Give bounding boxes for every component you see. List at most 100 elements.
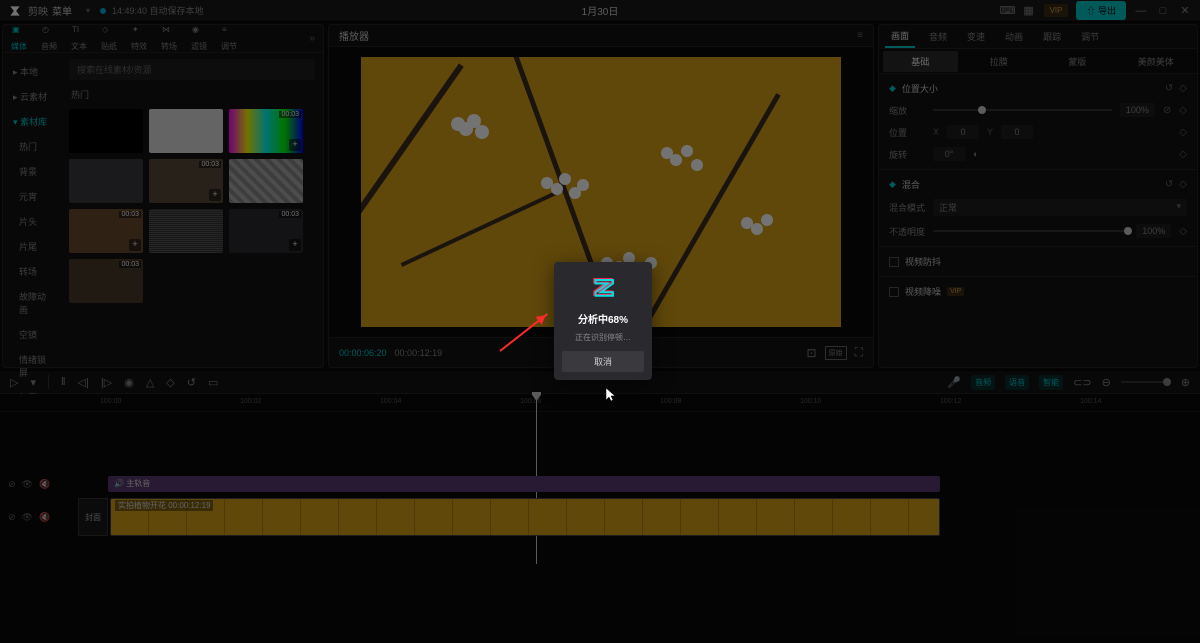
warning-icon[interactable]: △ (146, 376, 154, 389)
menu-dropdown[interactable]: 菜单 (48, 1, 76, 20)
cat-library[interactable]: ▾ 素材库 (3, 109, 61, 134)
eye-icon[interactable]: 👁 (22, 479, 33, 490)
mic-icon[interactable]: 🎤 (947, 376, 961, 389)
ruler[interactable]: 100:00 100:02 100:04 100:06 100:08 100:1… (0, 394, 1200, 412)
keyframe-icon[interactable]: ◇ (1179, 149, 1187, 160)
eye-icon[interactable]: 👁 (22, 512, 33, 523)
thumb[interactable]: 00:03+ (229, 209, 303, 253)
props-tab-canvas[interactable]: 画面 (885, 25, 915, 48)
blend-mode-select[interactable]: 正常 ▾ (933, 199, 1187, 216)
reset-icon[interactable]: ↺ (1165, 83, 1173, 94)
freeze-tool[interactable]: ▭ (208, 376, 218, 389)
minimize-button[interactable]: — (1134, 5, 1148, 17)
pos-x[interactable]: 0 (947, 125, 979, 139)
mute-icon[interactable]: 🔇 (39, 479, 50, 490)
safe-zone-icon[interactable]: ⊡ (807, 346, 817, 360)
magnet-icon[interactable]: ⊂⊃ (1073, 376, 1091, 389)
cat-cloud[interactable]: ▸ 云素材 (3, 84, 61, 109)
zoom-in-icon[interactable]: ⊕ (1181, 376, 1190, 389)
zoom-out-icon[interactable]: ⊖ (1102, 376, 1111, 389)
cover-button[interactable]: 封面 (78, 498, 108, 536)
timeline[interactable]: 100:00 100:02 100:04 100:06 100:08 100:1… (0, 394, 1200, 641)
thumb[interactable]: 00:03+ (69, 209, 143, 253)
opacity-slider[interactable] (933, 230, 1128, 232)
close-button[interactable]: ✕ (1178, 4, 1192, 17)
media-tab-filter[interactable]: ◉滤镜 (191, 25, 207, 52)
crop-tool[interactable]: ◇ (166, 376, 174, 389)
shortcuts-icon[interactable]: ⌨ (1000, 4, 1014, 17)
cat-hot[interactable]: 热门 (3, 134, 61, 159)
cat-bg[interactable]: 背景 (3, 159, 61, 184)
video-clip[interactable]: 实拍植物开花 00:00:12:19 (110, 498, 940, 536)
opacity-value[interactable]: 100% (1136, 224, 1171, 238)
chip-voice[interactable]: 语音 (1005, 375, 1029, 390)
split-tool[interactable]: ‖ (61, 376, 66, 388)
undo-button[interactable]: ◁| (78, 376, 89, 389)
subtab-beauty[interactable]: 美颜美体 (1119, 51, 1194, 72)
cat-lantern[interactable]: 元宵 (3, 184, 61, 209)
subtab-cutout[interactable]: 拉膜 (962, 51, 1037, 72)
maximize-button[interactable]: □ (1156, 5, 1170, 17)
stabilize-checkbox[interactable] (889, 257, 899, 267)
cat-empty[interactable]: 空镜 (3, 322, 61, 347)
thumb[interactable]: 00:03+ (229, 109, 303, 153)
media-tab-text[interactable]: TI文本 (71, 25, 87, 52)
redo-button[interactable]: |▷ (101, 376, 112, 389)
rot-dial[interactable]: ◐ (973, 149, 978, 159)
reverse-tool[interactable]: ↺ (187, 376, 196, 389)
media-tab-adjust[interactable]: ≡调节 (221, 25, 237, 52)
cat-glitch[interactable]: 故障动画 (3, 284, 61, 322)
props-tab-adjust[interactable]: 调节 (1075, 26, 1105, 47)
media-tab-media[interactable]: ▣媒体 (11, 25, 27, 52)
subtab-mask[interactable]: 蒙版 (1040, 51, 1115, 72)
cat-intro[interactable]: 片头 (3, 209, 61, 234)
scale-value[interactable]: 100% (1120, 103, 1155, 117)
media-tab-sticker[interactable]: ◇贴纸 (101, 25, 117, 52)
vip-badge[interactable]: VIP (1044, 4, 1069, 17)
subtab-basic[interactable]: 基础 (883, 51, 958, 72)
keyframe-icon[interactable]: ◇ (1179, 105, 1187, 116)
props-tab-audio[interactable]: 音频 (923, 26, 953, 47)
cat-trans[interactable]: 转场 (3, 259, 61, 284)
fullscreen-icon[interactable]: ⛶ (855, 345, 863, 360)
media-tab-effect[interactable]: ✦特效 (131, 25, 147, 52)
marker-tool[interactable]: ◉ (124, 376, 134, 389)
player-menu-icon[interactable]: ≡ (857, 30, 863, 41)
thumb[interactable] (149, 209, 223, 253)
project-name[interactable]: 1月30日 (582, 3, 619, 18)
thumb[interactable] (149, 109, 223, 153)
audio-clip[interactable]: 🔊 主轨音 (108, 476, 940, 492)
thumb[interactable] (69, 109, 143, 153)
thumb[interactable]: 00:03+ (149, 159, 223, 203)
add-icon[interactable]: + (289, 239, 301, 251)
chevron-down-icon[interactable]: ▾ (30, 376, 36, 389)
add-icon[interactable]: + (289, 139, 301, 151)
media-tab-transition[interactable]: ⋈转场 (161, 25, 177, 52)
chip-audio[interactable]: 音频 (971, 375, 995, 390)
lock-icon[interactable]: ⊘ (8, 479, 16, 490)
denoise-checkbox[interactable] (889, 287, 899, 297)
lock-icon[interactable]: ⊘ (8, 512, 16, 523)
keyframe-icon[interactable]: ◇ (1179, 127, 1187, 138)
cat-local[interactable]: ▸ 本地 (3, 59, 61, 84)
ratio-icon[interactable]: 原始 (825, 346, 847, 360)
props-tab-speed[interactable]: 变速 (961, 26, 991, 47)
keyframe-icon[interactable]: ◇ (1179, 179, 1187, 190)
cat-outro[interactable]: 片尾 (3, 234, 61, 259)
keyframe-icon[interactable]: ◇ (1179, 83, 1187, 94)
thumb[interactable]: 00:03 (69, 259, 143, 303)
scale-slider[interactable] (933, 109, 1112, 111)
select-tool[interactable]: ▷ (10, 376, 18, 389)
mute-icon[interactable]: 🔇 (39, 512, 50, 523)
props-tab-track[interactable]: 跟踪 (1037, 26, 1067, 47)
zoom-slider[interactable] (1121, 381, 1171, 383)
add-icon[interactable]: + (209, 189, 221, 201)
pos-y[interactable]: 0 (1001, 125, 1033, 139)
cancel-button[interactable]: 取消 (562, 351, 644, 372)
layout-icon[interactable]: ▦ (1022, 4, 1036, 17)
media-toolbar-more-icon[interactable]: » (309, 33, 315, 44)
thumb[interactable] (229, 159, 303, 203)
keyframe-icon[interactable]: ◇ (1179, 226, 1187, 237)
add-icon[interactable]: + (129, 239, 141, 251)
media-tab-audio[interactable]: ◴音频 (41, 25, 57, 52)
